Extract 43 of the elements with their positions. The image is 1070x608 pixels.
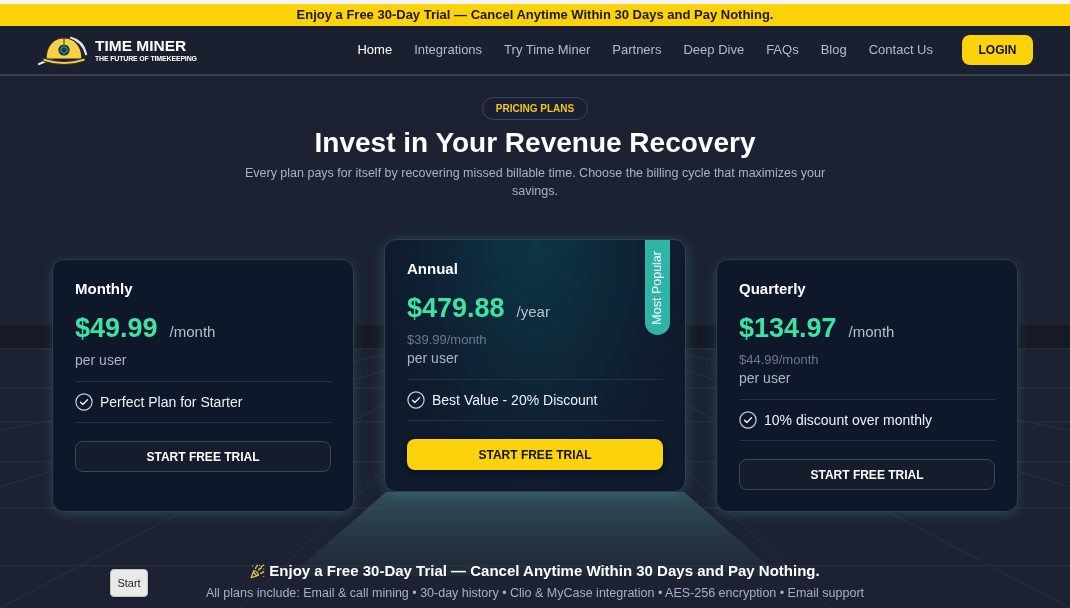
start-trial-button[interactable]: START FREE TRIAL xyxy=(407,439,663,470)
check-circle-icon xyxy=(75,393,93,411)
plan-name: Quarterly xyxy=(739,279,806,299)
promo-text: Enjoy a Free 30-Day Trial — Cancel Anytime Within 30 Days and Pay Nothing. xyxy=(296,6,774,25)
nav-link[interactable]: Blog xyxy=(820,40,847,60)
plan-feature: Best Value - 20% Discount xyxy=(432,391,598,410)
monthly-equivalent: $44.99/month xyxy=(739,351,819,369)
nav-link[interactable]: Home xyxy=(357,40,393,60)
party-popper-icon xyxy=(250,563,266,579)
price-period: /month xyxy=(169,322,216,342)
nav-link[interactable]: Integrations xyxy=(414,40,483,60)
per-user-label: per user xyxy=(75,351,127,369)
plan-feature: 10% discount over monthly xyxy=(764,411,933,430)
price-period: /year xyxy=(516,302,550,322)
start-trial-button[interactable]: START FREE TRIAL xyxy=(75,441,331,472)
nav-link[interactable]: Contact Us xyxy=(868,40,933,60)
per-user-label: per user xyxy=(407,349,459,367)
plan-inclusions: All plans include: Email & call mining • 30-day history • Clio & MyCase integration • AES-256 encryption • Email support xyxy=(205,585,865,601)
start-button[interactable]: Start xyxy=(110,569,148,597)
start-trial-button[interactable]: START FREE TRIAL xyxy=(739,459,995,490)
page-heading: Invest in Your Revenue Recovery xyxy=(314,126,756,160)
monthly-equivalent: $39.99/month xyxy=(407,331,487,349)
plan-feature: Perfect Plan for Starter xyxy=(100,393,243,412)
most-popular-ribbon: Most Popular xyxy=(645,240,670,335)
nav-link[interactable]: Partners xyxy=(612,40,662,60)
plan-name: Annual xyxy=(407,259,458,279)
check-circle-icon xyxy=(407,391,425,409)
plan-price: $134.97 xyxy=(739,312,837,345)
per-user-label: per user xyxy=(739,369,791,387)
page-subtitle: Every plan pays for itself by recovering missed billable time. Choose the billing cycle that maximizes your savings. xyxy=(243,165,827,200)
brand-name: TIME MINER xyxy=(95,37,187,54)
trial-headline: Enjoy a Free 30-Day Trial — Cancel Anytime Within 30 Days and Pay Nothing. xyxy=(269,561,820,581)
login-button[interactable]: LOGIN xyxy=(962,35,1033,65)
price-period: /month xyxy=(848,322,895,342)
nav-link[interactable]: Deep Dive xyxy=(683,40,745,60)
nav-link[interactable]: FAQs xyxy=(766,40,799,60)
pricing-plans-badge: PRICING PLANS xyxy=(481,97,589,120)
check-circle-icon xyxy=(739,411,757,429)
plan-price: $49.99 xyxy=(75,312,158,345)
nav-link[interactable]: Try Time Miner xyxy=(504,40,591,60)
plan-name: Monthly xyxy=(75,279,133,299)
plan-price: $479.88 xyxy=(407,292,505,325)
hard-hat-logo-icon xyxy=(37,34,89,66)
